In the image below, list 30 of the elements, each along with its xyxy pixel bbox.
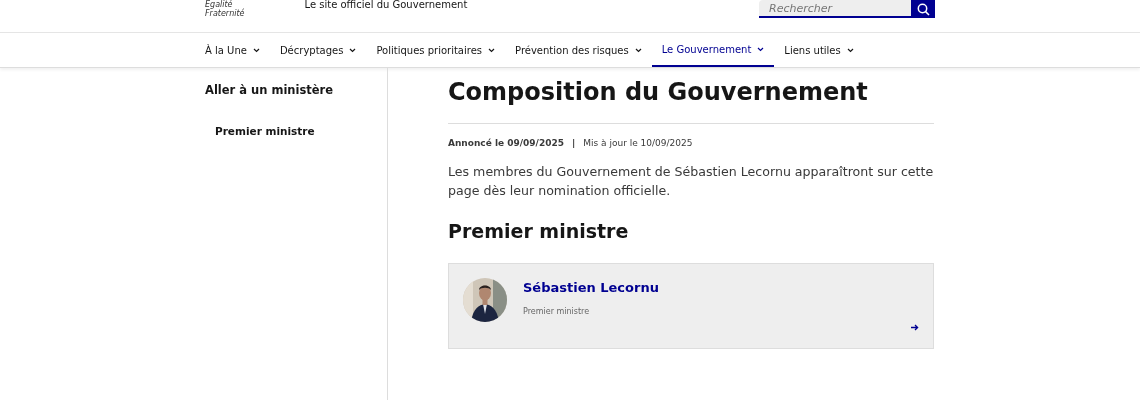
nav-tab[interactable]: À la Une — [195, 33, 270, 67]
nav-tab[interactable]: Liens utiles — [774, 33, 864, 67]
search-icon — [916, 2, 930, 16]
nav-tab[interactable]: Décryptages — [269, 33, 367, 67]
section-heading: Premier ministre — [448, 220, 630, 244]
chevron-icon — [757, 46, 765, 52]
page-title: Composition du Gouvernement — [448, 78, 934, 124]
nav-tab[interactable]: Prévention des risques — [505, 33, 652, 67]
intro-paragraph: Les membres du Gouvernement de Sébastien Lecornu apparaîtront sur cette page dès leur nomination officielle. — [448, 163, 934, 201]
sidebar-link[interactable]: Premier ministre — [215, 124, 387, 140]
chevron-icon — [349, 47, 357, 53]
nav-tab[interactable]: Politiques prioritaires — [366, 33, 506, 67]
chevron-icon — [488, 47, 496, 53]
nav-tab[interactable]: Le Gouvernement — [651, 33, 775, 67]
site-tagline: Le site officiel du Gouvernement — [304, 0, 468, 10]
sidebar-title: Aller à un ministère — [205, 82, 335, 99]
person-role: Premier ministre — [523, 305, 591, 318]
chevron-icon — [846, 47, 854, 53]
separator-text: | — [571, 136, 576, 150]
search-field[interactable]: Rechercher — [759, 0, 911, 18]
chevron-icon — [252, 47, 260, 53]
person-name-link[interactable]: Sébastien Lecornu — [523, 278, 659, 298]
motto-text: Égalité — [205, 0, 233, 9]
motto-text: Fraternité — [205, 9, 245, 18]
search-button[interactable] — [911, 0, 935, 18]
announced-date: Annoncé le 09/09/2025 — [448, 136, 564, 150]
chevron-icon — [634, 47, 642, 53]
arrow-right-icon — [911, 323, 919, 331]
updated-date: Mis à jour le 10/09/2025 — [583, 136, 693, 150]
person-card[interactable]: Sébastien Lecornu Premier ministre — [448, 263, 934, 350]
